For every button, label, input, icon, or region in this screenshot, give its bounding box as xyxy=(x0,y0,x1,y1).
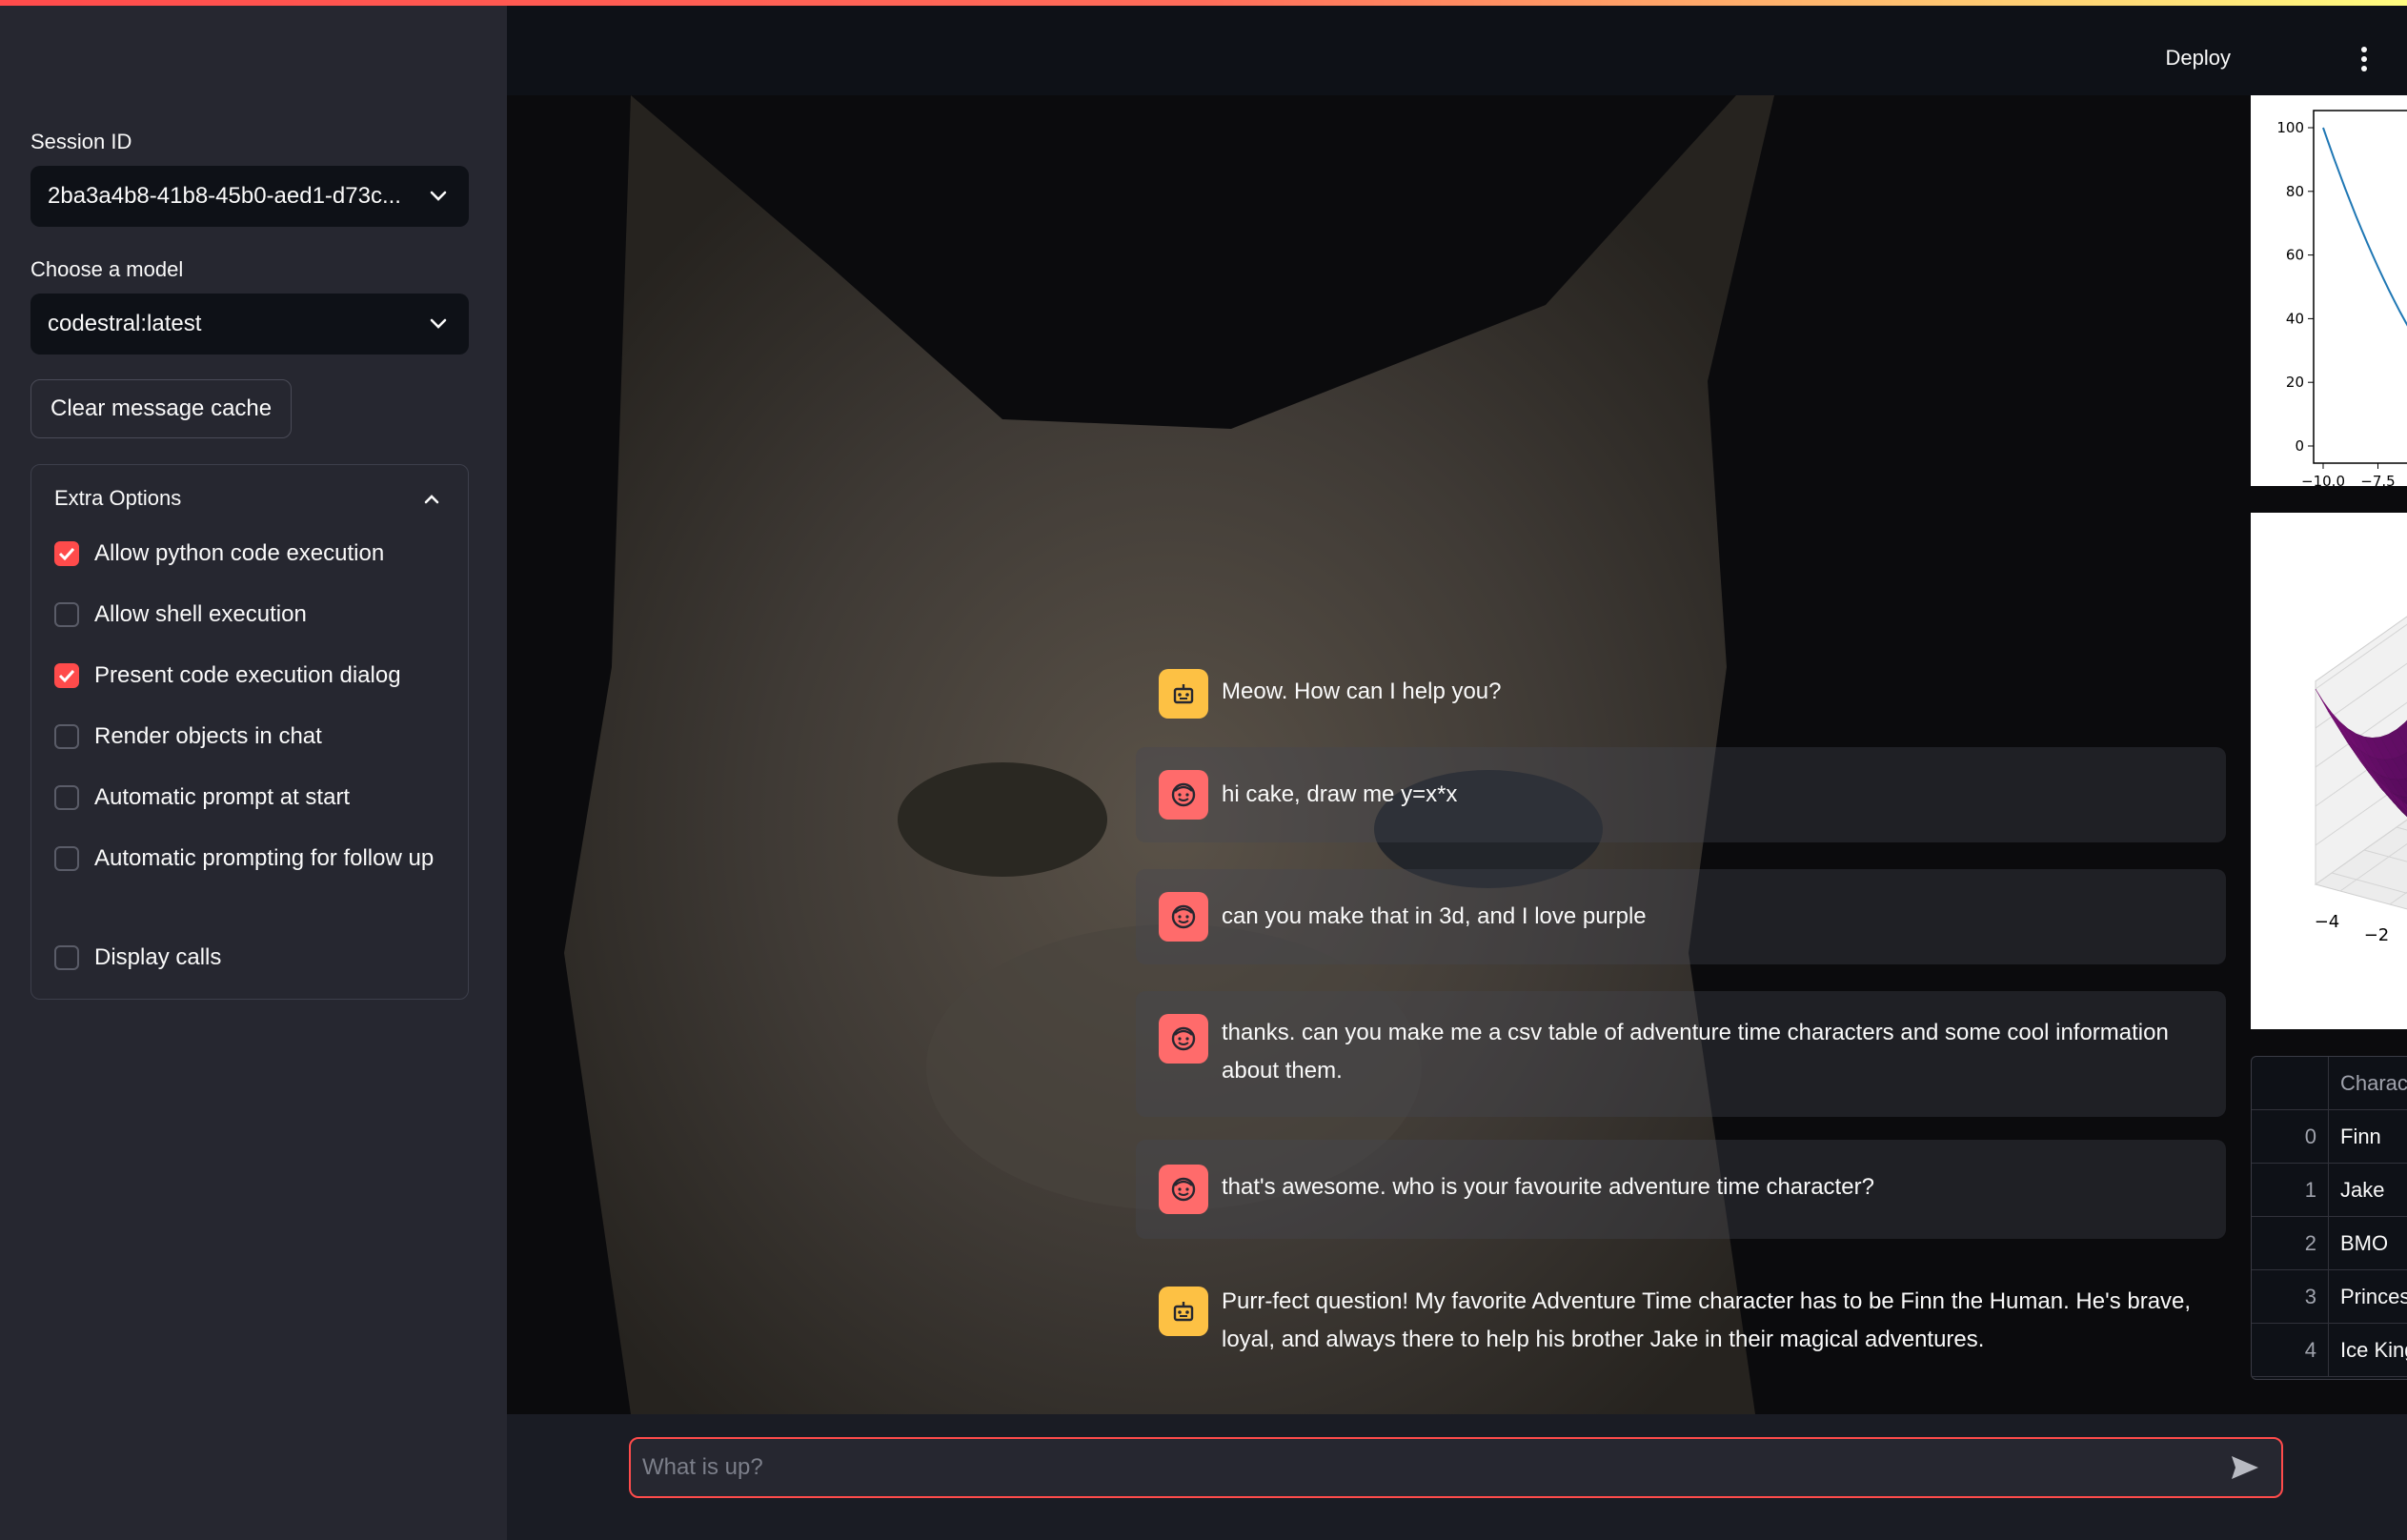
user-avatar-icon xyxy=(1159,770,1208,820)
checkbox-icon[interactable] xyxy=(54,945,79,970)
user-message: that's awesome. who is your favourite ad… xyxy=(1136,1140,2226,1239)
y-tick-label: 0 xyxy=(2295,437,2304,455)
user-avatar-icon xyxy=(1159,892,1208,942)
column-header[interactable] xyxy=(2252,1057,2329,1110)
y-tick-label: 40 xyxy=(2286,310,2304,327)
chat-input[interactable] xyxy=(631,1453,2226,1482)
characters-table[interactable]: CharacterSpeciesWeapon0FinnHumanSword & … xyxy=(2251,1056,2407,1380)
message-text: thanks. can you make me a csv table of a… xyxy=(1222,1020,2169,1084)
y-tick-label: 100 xyxy=(2276,119,2304,136)
table-cell[interactable]: 0 xyxy=(2252,1109,2329,1164)
message-text: can you make that in 3d, and I love purp… xyxy=(1222,903,1647,929)
extra-options-title[interactable]: Extra Options xyxy=(54,486,181,511)
bot-avatar-icon xyxy=(1159,1287,1208,1336)
y-tick-label: 80 xyxy=(2286,183,2304,200)
series-line xyxy=(2322,127,2407,327)
table-cell[interactable]: BMO xyxy=(2328,1216,2407,1270)
user-message: hi cake, draw me y=x*x xyxy=(1136,747,2226,842)
message-text: hi cake, draw me y=x*x xyxy=(1222,781,1458,807)
chevron-up-icon[interactable] xyxy=(420,488,443,511)
model-label: Choose a model xyxy=(30,257,184,281)
y-tick-label: 20 xyxy=(2286,374,2304,391)
model-value: codestral:latest xyxy=(48,311,202,336)
main-area: Meow. How can I help you? hi cake, draw m… xyxy=(507,95,2407,1414)
chevron-down-icon xyxy=(425,311,452,337)
user-message: thanks. can you make me a csv table of a… xyxy=(1136,991,2226,1117)
option-label: Automatic prompt at start xyxy=(94,784,351,810)
line-chart-panel: 020406080100−10.0−7.5−5.0−2.50.02.55.07.… xyxy=(2251,95,2407,490)
option-checkbox-row[interactable]: Allow shell execution xyxy=(54,597,445,633)
option-label: Allow shell execution xyxy=(94,601,307,627)
app-header: Deploy xyxy=(507,6,2407,95)
extra-options-expander: Extra Options Allow python code executio… xyxy=(30,464,469,1000)
message-text: Meow. How can I help you? xyxy=(1222,679,1502,704)
column-header[interactable]: Character xyxy=(2328,1057,2407,1110)
table-row[interactable]: 0FinnHumanSword & Shi xyxy=(2252,1109,2407,1164)
user-avatar-icon xyxy=(1159,1014,1208,1064)
option-label: Display calls xyxy=(94,944,222,970)
checkbox-checked-icon[interactable] xyxy=(54,541,79,566)
x-tick-label: −2 xyxy=(2364,925,2390,945)
option-checkbox-row[interactable]: Display calls xyxy=(54,940,445,976)
user-message: can you make that in 3d, and I love purp… xyxy=(1136,869,2226,964)
table-row[interactable]: 2BMORobotTechnology xyxy=(2252,1216,2407,1270)
session-id-value: 2ba3a4b8-41b8-45b0-aed1-d73c... xyxy=(48,183,401,209)
chat-input-box[interactable] xyxy=(629,1437,2283,1498)
top-decoration-bar xyxy=(0,0,2407,6)
option-checkbox-row[interactable]: Automatic prompt at start xyxy=(54,780,445,816)
table-row[interactable]: 4Ice KingIce HumanIce Scepter xyxy=(2252,1323,2407,1377)
assistant-message: Meow. How can I help you? xyxy=(1136,644,2226,743)
chevron-down-icon xyxy=(425,183,452,210)
table-header-row: CharacterSpeciesWeapon xyxy=(2252,1057,2407,1110)
session-id-select[interactable]: 2ba3a4b8-41b8-45b0-aed1-d73c... xyxy=(30,166,469,227)
more-menu-icon[interactable] xyxy=(2359,46,2369,72)
x-tick-label: −7.5 xyxy=(2360,473,2395,486)
option-checkbox-row[interactable]: Present code execution dialog xyxy=(54,658,445,694)
surface-chart-panel: −4−2024−4−202401020304050 xyxy=(2251,513,2407,1029)
clear-message-cache-button[interactable]: Clear message cache xyxy=(30,379,293,438)
table-cell[interactable]: Princess Bubblegum xyxy=(2328,1269,2407,1324)
checkbox-icon[interactable] xyxy=(54,846,79,871)
plot-frame xyxy=(2313,110,2407,464)
deploy-button[interactable]: Deploy xyxy=(2166,46,2231,71)
sidebar: Session ID 2ba3a4b8-41b8-45b0-aed1-d73c.… xyxy=(0,0,507,1540)
checkbox-checked-icon[interactable] xyxy=(54,663,79,688)
table-cell[interactable]: 3 xyxy=(2252,1269,2329,1324)
option-checkbox-row[interactable]: Render objects in chat xyxy=(54,719,445,755)
x-tick-label: −10.0 xyxy=(2301,473,2345,486)
option-label: Allow python code execution xyxy=(94,540,385,566)
table-row[interactable]: 3Princess BubblegumGum PersonCigarettes xyxy=(2252,1269,2407,1324)
line-chart: 020406080100−10.0−7.5−5.0−2.50.02.55.07.… xyxy=(2276,110,2407,490)
option-checkbox-row[interactable]: Automatic prompting for follow up xyxy=(54,841,445,877)
x-tick-label: −4 xyxy=(2315,912,2340,932)
table-cell[interactable]: 4 xyxy=(2252,1323,2329,1377)
table-cell[interactable]: Finn xyxy=(2328,1109,2407,1164)
message-text: that's awesome. who is your favourite ad… xyxy=(1222,1174,1874,1200)
bot-avatar-icon xyxy=(1159,669,1208,719)
send-icon[interactable] xyxy=(2226,1449,2264,1487)
checkbox-icon[interactable] xyxy=(54,785,79,810)
option-label: Present code execution dialog xyxy=(94,662,401,688)
table-cell[interactable]: Jake xyxy=(2328,1163,2407,1217)
session-id-label: Session ID xyxy=(30,130,132,153)
model-select[interactable]: codestral:latest xyxy=(30,294,469,355)
option-label: Render objects in chat xyxy=(94,723,322,749)
user-avatar-icon xyxy=(1159,1165,1208,1214)
y-tick-label: 60 xyxy=(2286,247,2304,264)
table-cell[interactable]: 1 xyxy=(2252,1163,2329,1217)
surface-chart: −4−2024−4−202401020304050 xyxy=(2315,616,2407,945)
option-checkbox-row[interactable]: Allow python code execution xyxy=(54,536,445,572)
checkbox-icon[interactable] xyxy=(54,602,79,627)
table-cell[interactable]: Ice King xyxy=(2328,1323,2407,1377)
assistant-message: Purr-fect question! My favorite Adventur… xyxy=(1136,1262,2226,1386)
table-cell[interactable]: 2 xyxy=(2252,1216,2329,1270)
checkbox-icon[interactable] xyxy=(54,724,79,749)
table-row[interactable]: 1JakeDogUnarmed xyxy=(2252,1163,2407,1217)
message-text: Purr-fect question! My favorite Adventur… xyxy=(1222,1288,2192,1352)
option-label: Automatic prompting for follow up xyxy=(94,845,435,871)
